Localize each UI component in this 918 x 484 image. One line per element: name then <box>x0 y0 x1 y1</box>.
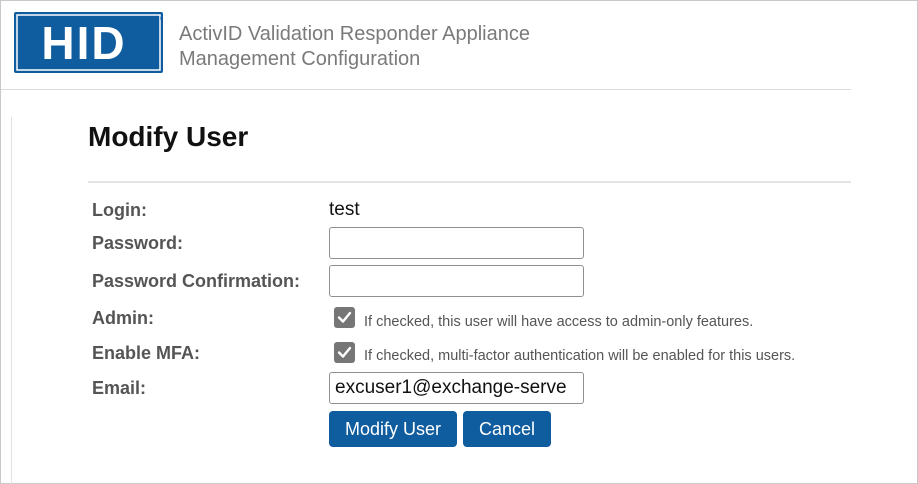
hid-logo: HID ® <box>14 12 163 73</box>
svg-text:HID: HID <box>41 17 126 69</box>
cancel-button[interactable]: Cancel <box>463 411 551 447</box>
page-title: Modify User <box>88 121 249 152</box>
email-input[interactable] <box>329 372 584 404</box>
page-frame: HID ® ActivID Validation Responder Appli… <box>0 0 918 484</box>
login-value: test <box>329 199 360 220</box>
password-confirmation-input[interactable] <box>329 265 584 297</box>
password-input[interactable] <box>329 227 584 259</box>
app-title: ActivID Validation Responder Appliance M… <box>179 22 530 72</box>
admin-hint: If checked, this user will have access t… <box>364 314 754 330</box>
admin-checkbox[interactable] <box>334 307 355 328</box>
checkmark-icon <box>337 311 352 323</box>
title-divider <box>88 181 851 183</box>
left-divider <box>11 117 12 484</box>
password-confirmation-label: Password Confirmation: <box>92 271 301 291</box>
header-divider <box>1 89 851 90</box>
checkmark-icon <box>337 346 352 358</box>
svg-text:®: ® <box>160 15 163 23</box>
admin-label: Admin: <box>92 308 154 328</box>
password-label: Password: <box>92 233 184 253</box>
app-title-line2: Management Configuration <box>179 48 421 70</box>
app-title-line1: ActivID Validation Responder Appliance <box>179 23 530 45</box>
enable-mfa-hint: If checked, multi-factor authentication … <box>364 348 796 364</box>
enable-mfa-label: Enable MFA: <box>92 343 201 363</box>
modify-user-button[interactable]: Modify User <box>329 411 457 447</box>
login-label: Login: <box>92 200 147 220</box>
enable-mfa-checkbox[interactable] <box>334 342 355 363</box>
email-label: Email: <box>92 378 147 398</box>
